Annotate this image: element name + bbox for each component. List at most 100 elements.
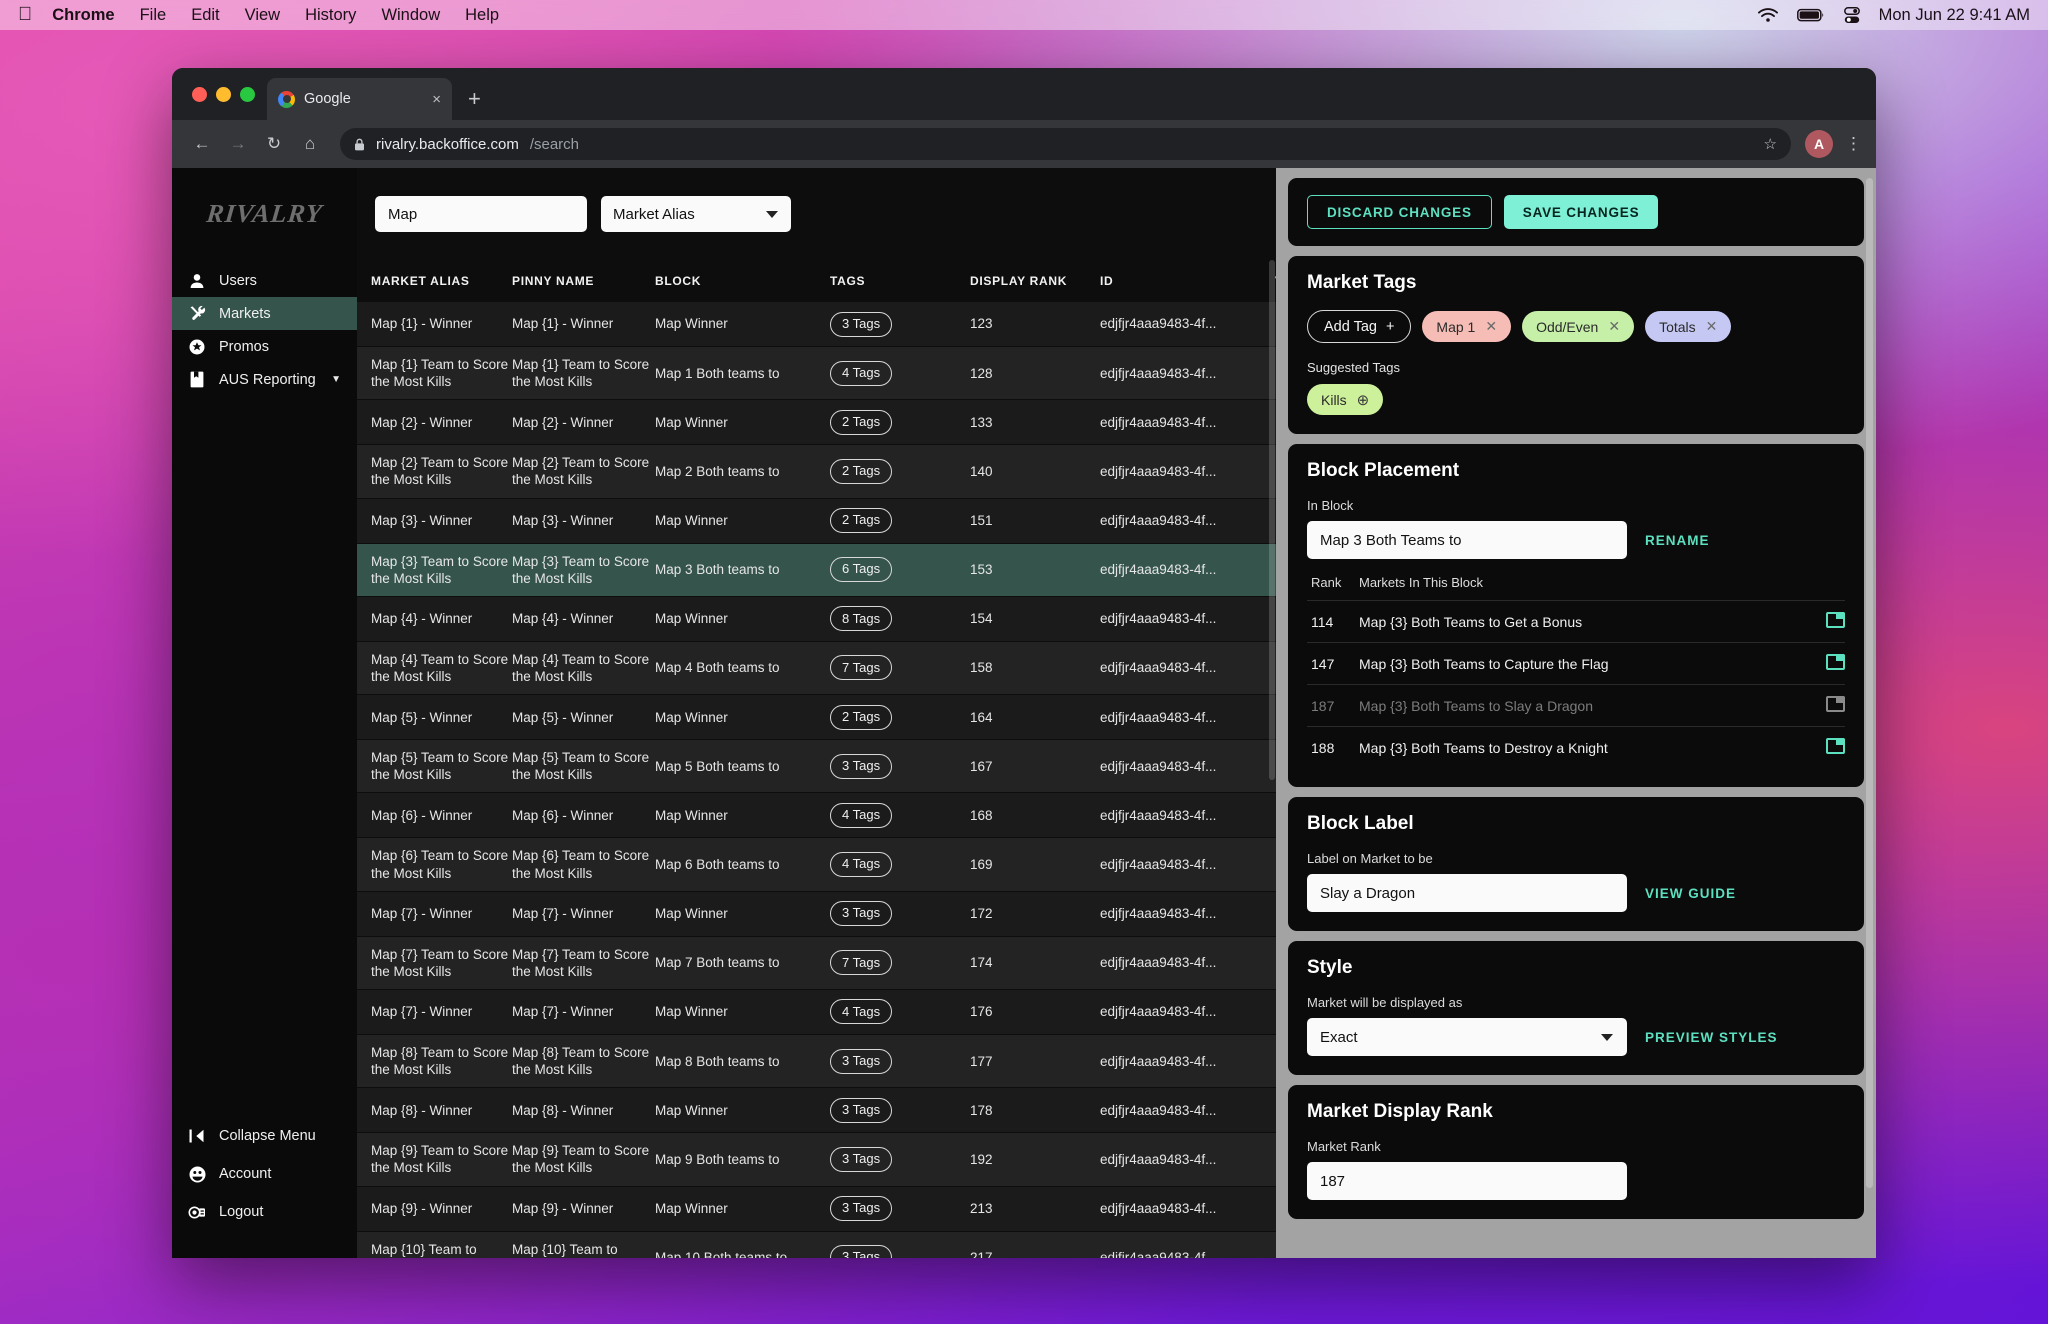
table-row[interactable]: Map {6} Team to Score the Most Kills Map … — [357, 837, 1276, 892]
add-tag-button[interactable]: Add Tag + — [1307, 310, 1412, 343]
market-tag-chip[interactable]: Odd/Even ✕ — [1522, 311, 1635, 342]
forward-icon[interactable]: → — [222, 128, 254, 160]
table-row[interactable]: Map {5} - Winner Map {5} - Winner Map Winn… — [357, 694, 1276, 741]
folder-icon[interactable] — [1826, 654, 1845, 670]
folder-icon[interactable] — [1826, 696, 1845, 712]
block-market-row[interactable]: 114 Map {3} Both Teams to Get a Bonus — [1307, 600, 1845, 643]
table-row[interactable]: Map {4} - Winner Map {4} - Winner Map Winn… — [357, 596, 1276, 642]
profile-avatar[interactable]: A — [1805, 130, 1833, 158]
wifi-icon[interactable] — [1757, 7, 1778, 23]
add-suggested-tag-icon[interactable]: ⊕ — [1357, 391, 1370, 409]
menu-edit[interactable]: Edit — [191, 6, 219, 25]
table-row[interactable]: Map {8} Team to Score the Most Kills Map … — [357, 1034, 1276, 1089]
tags-count-pill[interactable]: 7 Tags — [830, 655, 893, 681]
block-label-input[interactable]: Slay a Dragon — [1307, 874, 1627, 912]
menu-help[interactable]: Help — [465, 6, 499, 25]
tags-count-pill[interactable]: 2 Tags — [830, 508, 893, 534]
home-icon[interactable]: ⌂ — [294, 128, 326, 160]
search-field-select[interactable]: Market Alias — [601, 196, 791, 232]
block-market-row[interactable]: 147 Map {3} Both Teams to Capture the Fla… — [1307, 642, 1845, 685]
menu-history[interactable]: History — [305, 6, 356, 25]
minimize-window-button[interactable] — [216, 86, 231, 102]
battery-icon[interactable] — [1796, 8, 1825, 22]
table-row[interactable]: Map {7} - Winner Map {7} - Winner Map Winn… — [357, 891, 1276, 937]
table-row[interactable]: Map {7} Team to Score the Most Kills Map … — [357, 936, 1276, 990]
column-header-tags[interactable]: TAGS — [830, 260, 970, 302]
reload-icon[interactable]: ↻ — [258, 128, 290, 160]
sidebar-item-logout[interactable]: Logout — [172, 1196, 357, 1228]
table-row[interactable]: Map {9} - Winner Map {9} - Winner Map Winn… — [357, 1186, 1276, 1232]
tab-close-icon[interactable]: × — [432, 91, 441, 108]
preview-styles-link[interactable]: PREVIEW STYLES — [1645, 1030, 1778, 1045]
bookmark-star-icon[interactable]: ☆ — [1764, 135, 1777, 153]
table-row[interactable]: Map {8} - Winner Map {8} - Winner Map Winn… — [357, 1087, 1276, 1134]
sidebar-item-aus-reporting[interactable]: AUS Reporting ▼ — [172, 363, 357, 396]
menu-window[interactable]: Window — [381, 6, 440, 25]
tags-count-pill[interactable]: 2 Tags — [830, 458, 893, 484]
style-select[interactable]: Exact — [1307, 1018, 1627, 1056]
remove-tag-icon[interactable]: ✕ — [1706, 318, 1718, 335]
close-window-button[interactable] — [192, 86, 207, 102]
new-tab-button[interactable]: + — [468, 88, 481, 110]
table-row[interactable]: Map {3} - Winner Map {3} - Winner Map Winn… — [357, 498, 1276, 544]
menubar-clock[interactable]: Mon Jun 22 9:41 AM — [1879, 6, 2030, 25]
table-row[interactable]: Map {10} Team to Score the Most KillsMap… — [357, 1231, 1276, 1258]
block-market-row[interactable]: 187 Map {3} Both Teams to Slay a Dragon — [1307, 684, 1845, 727]
column-header-market-alias[interactable]: MARKET ALIAS — [357, 260, 512, 302]
discard-changes-button[interactable]: DISCARD CHANGES — [1307, 195, 1492, 229]
block-market-row[interactable]: 188 Map {3} Both Teams to Destroy a Knigh… — [1307, 726, 1845, 768]
table-row[interactable]: Map {4} Team to Score the Most Kills Map … — [357, 641, 1276, 696]
table-row[interactable]: Map {2} Team to Score the Most Kills Map … — [357, 444, 1276, 499]
table-row[interactable]: Map {9} Team to Score the Most Kills Map … — [357, 1132, 1276, 1187]
search-input[interactable]: Map — [375, 196, 587, 232]
market-rank-input[interactable]: 187 — [1307, 1162, 1627, 1200]
menu-chrome[interactable]: Chrome — [52, 6, 114, 25]
suggested-tag-chip[interactable]: Kills ⊕ — [1307, 384, 1384, 415]
tags-count-pill[interactable]: 3 Tags — [830, 901, 893, 927]
menu-file[interactable]: File — [140, 6, 167, 25]
tags-count-pill[interactable]: 4 Tags — [830, 852, 893, 878]
tags-count-pill[interactable]: 3 Tags — [830, 1048, 893, 1074]
folder-icon[interactable] — [1826, 738, 1845, 754]
sidebar-item-promos[interactable]: Promos — [172, 330, 357, 363]
apple-icon[interactable]:  — [18, 5, 32, 24]
table-row[interactable]: Map {6} - Winner Map {6} - Winner Map Winn… — [357, 792, 1276, 839]
sidebar-item-collapse-menu[interactable]: Collapse Menu — [172, 1120, 357, 1152]
sidebar-item-markets[interactable]: Markets — [172, 297, 357, 330]
rename-block-button[interactable]: RENAME — [1645, 533, 1710, 548]
chevron-down-icon[interactable]: ▼ — [331, 374, 341, 385]
in-block-input[interactable]: Map 3 Both Teams to — [1307, 521, 1627, 559]
maximize-window-button[interactable] — [240, 86, 255, 102]
column-header-pinny-name[interactable]: PINNY NAME — [512, 260, 655, 302]
table-row[interactable]: Map {1} Team to Score the Most Kills Map … — [357, 346, 1276, 401]
tags-count-pill[interactable]: 8 Tags — [830, 606, 893, 632]
market-tag-chip[interactable]: Map 1 ✕ — [1422, 311, 1512, 342]
view-guide-link[interactable]: VIEW GUIDE — [1645, 886, 1736, 901]
back-icon[interactable]: ← — [186, 128, 218, 160]
browser-tab[interactable]: Google × — [267, 78, 452, 120]
table-row[interactable]: Map {1} - Winner Map {1} - Winner Map Winn… — [357, 302, 1276, 347]
control-center-icon[interactable] — [1843, 6, 1860, 24]
tags-count-pill[interactable]: 3 Tags — [830, 1245, 893, 1258]
remove-tag-icon[interactable]: ✕ — [1608, 318, 1620, 335]
tags-count-pill[interactable]: 3 Tags — [830, 311, 893, 337]
tags-count-pill[interactable]: 2 Tags — [830, 409, 893, 435]
column-header-id[interactable]: ID — [1100, 260, 1275, 302]
table-row[interactable]: Map {2} - Winner Map {2} - Winner Map Winn… — [357, 399, 1276, 446]
table-row[interactable]: Map {7} - Winner Map {7} - Winner Map Winn… — [357, 989, 1276, 1035]
tags-count-pill[interactable]: 4 Tags — [830, 802, 893, 828]
tags-count-pill[interactable]: 4 Tags — [830, 360, 893, 386]
table-scrollbar[interactable] — [1269, 260, 1275, 780]
market-tag-chip[interactable]: Totals ✕ — [1645, 311, 1732, 342]
panel-scrollbar[interactable] — [1866, 178, 1873, 1188]
tags-count-pill[interactable]: 3 Tags — [830, 1097, 893, 1123]
tags-count-pill[interactable]: 7 Tags — [830, 950, 893, 976]
table-row[interactable]: Map {3} Team to Score the Most Kills Map … — [357, 543, 1276, 597]
tags-count-pill[interactable]: 3 Tags — [830, 1196, 893, 1222]
sidebar-item-users[interactable]: Users — [172, 264, 357, 297]
address-bar[interactable]: rivalry.backoffice.com/search ☆ — [340, 128, 1791, 160]
remove-tag-icon[interactable]: ✕ — [1485, 318, 1497, 335]
save-changes-button[interactable]: SAVE CHANGES — [1503, 195, 1659, 229]
tags-count-pill[interactable]: 3 Tags — [830, 753, 893, 779]
tags-count-pill[interactable]: 3 Tags — [830, 1146, 893, 1172]
